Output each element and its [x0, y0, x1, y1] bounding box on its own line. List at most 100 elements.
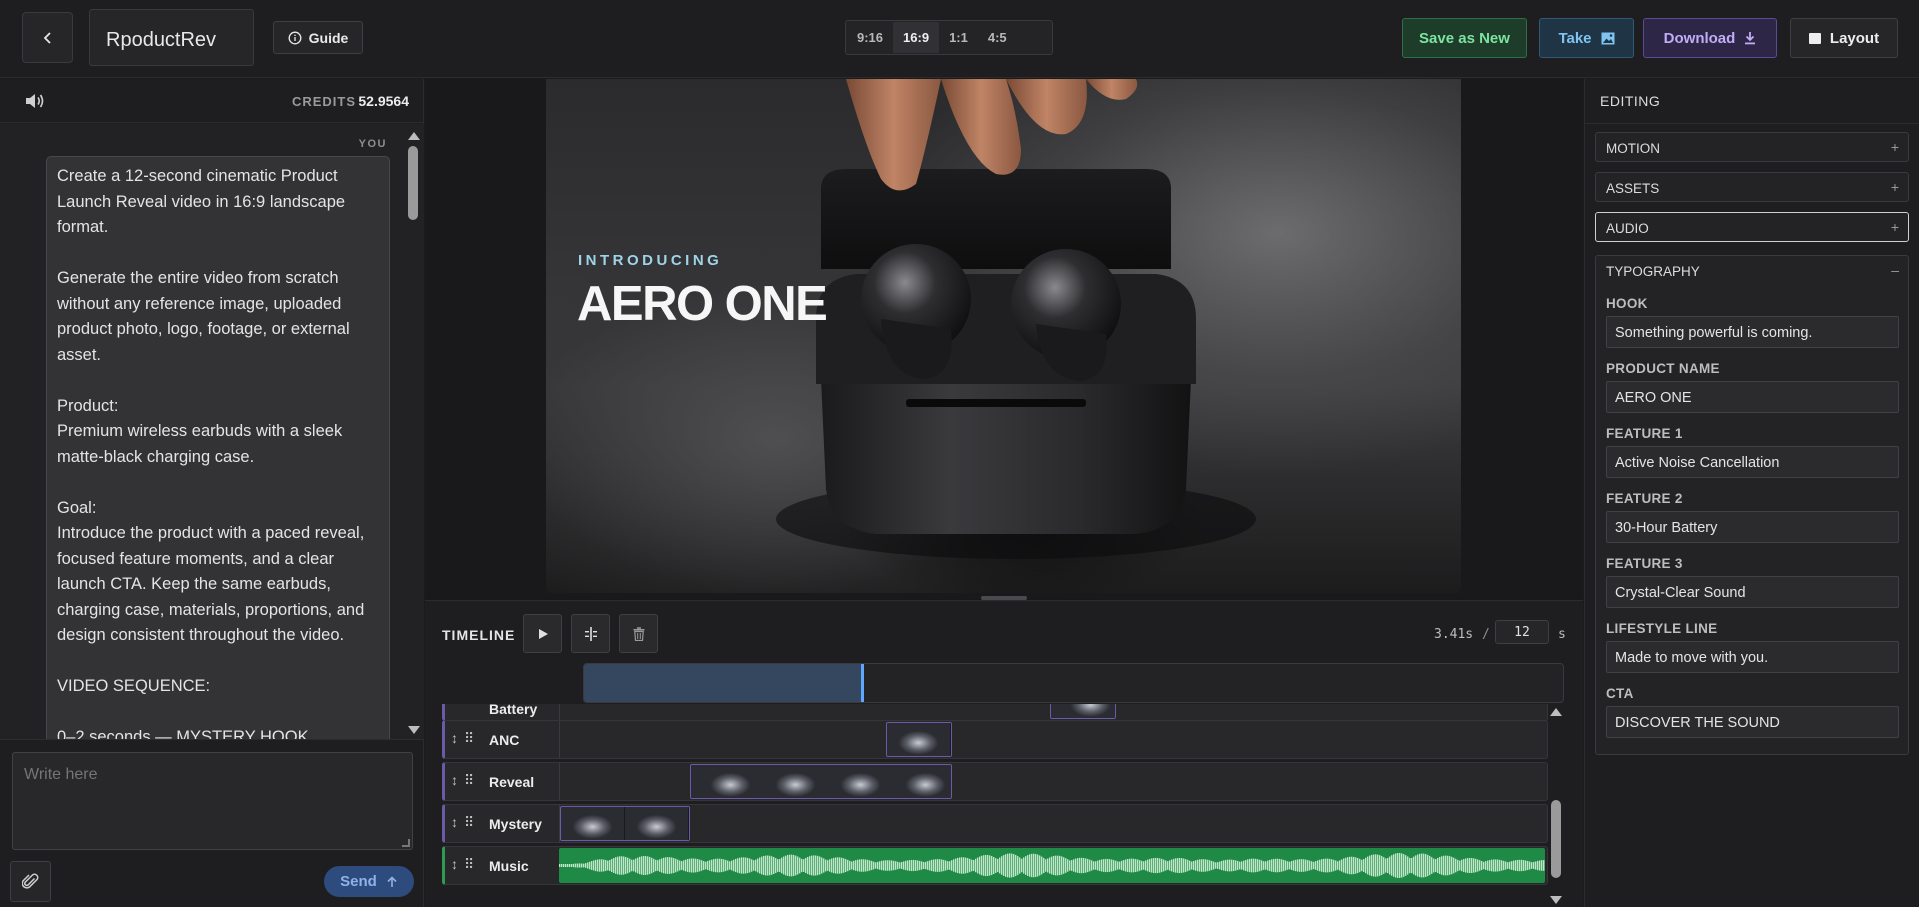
waveform-bar: [1357, 857, 1359, 874]
clip-reveal[interactable]: [690, 764, 952, 799]
playhead[interactable]: [861, 664, 865, 702]
attach-button[interactable]: [10, 861, 51, 902]
waveform-bar: [1053, 855, 1055, 876]
audio-clip-music[interactable]: [559, 848, 1545, 883]
reorder-icon[interactable]: ↕: [451, 730, 464, 746]
clip-mystery[interactable]: [560, 806, 690, 841]
timeline-scrubber[interactable]: [583, 663, 1564, 703]
waveform-bar: [649, 856, 651, 875]
drag-handle-icon[interactable]: ⠿: [464, 856, 480, 872]
waveform-bar: [611, 858, 613, 873]
waveform-bar: [1165, 860, 1167, 871]
field-input-hook[interactable]: Something powerful is coming.: [1606, 316, 1899, 348]
project-name-field[interactable]: RpoductRev: [89, 9, 254, 66]
track-lane[interactable]: [559, 805, 1547, 842]
section-audio[interactable]: AUDIO +: [1595, 212, 1909, 242]
waveform-bar: [1245, 859, 1247, 872]
waveform-bar: [1149, 858, 1151, 873]
track-anc[interactable]: ↕⠿ ANC: [442, 720, 1548, 759]
ratio-1-1[interactable]: 1:1: [939, 22, 978, 53]
expand-icon[interactable]: +: [1891, 219, 1899, 235]
video-preview[interactable]: INTRODUCING AERO ONE: [546, 79, 1461, 593]
field-input-lifestyle-line[interactable]: Made to move with you.: [1606, 641, 1899, 673]
waveform-bar: [745, 857, 747, 874]
scroll-up-arrow-icon[interactable]: [408, 132, 420, 140]
track-mystery[interactable]: ↕⠿ Mystery: [442, 804, 1548, 843]
layout-button[interactable]: Layout: [1790, 18, 1898, 58]
field-input-product-name[interactable]: AERO ONE: [1606, 381, 1899, 413]
ratio-9-16[interactable]: 9:16: [847, 22, 893, 53]
waveform-bar: [1415, 855, 1417, 876]
waveform-bar: [675, 858, 677, 873]
take-button[interactable]: Take: [1539, 18, 1634, 58]
scroll-down-arrow-icon[interactable]: [1550, 896, 1562, 904]
message-input[interactable]: Write here: [12, 752, 413, 850]
track-name: Mystery: [489, 816, 542, 832]
scroll-thumb[interactable]: [408, 146, 418, 220]
field-input-feature-3[interactable]: Crystal-Clear Sound: [1606, 576, 1899, 608]
drag-handle-icon[interactable]: ⠿: [464, 730, 480, 746]
track-battery[interactable]: Battery: [442, 704, 1548, 721]
waveform-bar: [849, 860, 851, 871]
ratio-4-5[interactable]: 4:5: [978, 22, 1017, 53]
scroll-down-arrow-icon[interactable]: [408, 726, 420, 734]
waveform-bar: [1287, 861, 1289, 870]
track-music[interactable]: ↕⠿ Music: [442, 846, 1548, 885]
speaker-icon[interactable]: [24, 91, 46, 111]
resize-grip-icon[interactable]: [402, 839, 410, 847]
track-lane[interactable]: [559, 704, 1547, 720]
waveform-bar: [911, 859, 913, 872]
tracks-scrollbar[interactable]: [1549, 704, 1563, 907]
scroll-up-arrow-icon[interactable]: [1550, 708, 1562, 716]
waveform-bar: [683, 860, 685, 871]
expand-icon[interactable]: +: [1891, 139, 1899, 155]
clip-anc[interactable]: [886, 722, 952, 757]
delete-clip-button[interactable]: [619, 614, 658, 653]
waveform-bar: [1017, 856, 1019, 875]
waveform-bar: [743, 857, 745, 874]
back-button[interactable]: [22, 12, 73, 63]
track-reveal[interactable]: ↕⠿ Reveal: [442, 762, 1548, 801]
waveform-bar: [1185, 859, 1187, 872]
waveform-bar: [1121, 860, 1123, 871]
waveform-bar: [1129, 858, 1131, 873]
field-input-cta[interactable]: DISCOVER THE SOUND: [1606, 706, 1899, 738]
typography-header[interactable]: TYPOGRAPHY –: [1596, 256, 1908, 286]
chat-scrollbar[interactable]: [406, 128, 420, 738]
duration-input[interactable]: 12: [1495, 620, 1549, 644]
waveform-bar: [599, 859, 601, 872]
waveform-bar: [729, 861, 731, 870]
drag-handle-icon[interactable]: ⠿: [464, 814, 480, 830]
drag-handle-icon[interactable]: ⠿: [464, 772, 480, 788]
reorder-icon[interactable]: ↕: [451, 772, 464, 788]
waveform-bar: [1179, 857, 1181, 874]
earbuds-product-image: [776, 79, 1256, 559]
download-button[interactable]: Download: [1643, 18, 1777, 58]
waveform-bar: [817, 855, 819, 876]
scroll-thumb[interactable]: [1551, 800, 1561, 878]
split-button[interactable]: [571, 614, 610, 653]
expand-icon[interactable]: +: [1891, 179, 1899, 195]
clip-battery[interactable]: [1050, 704, 1116, 719]
save-as-new-button[interactable]: Save as New: [1402, 18, 1527, 58]
play-button[interactable]: [523, 614, 562, 653]
track-lane[interactable]: [559, 721, 1547, 758]
collapse-icon[interactable]: –: [1891, 262, 1899, 278]
section-label: AUDIO: [1606, 221, 1649, 236]
timeline-label: TIMELINE: [442, 627, 516, 643]
ratio-16-9[interactable]: 16:9: [893, 22, 940, 53]
waveform-bar: [897, 861, 899, 870]
waveform-bar: [1489, 860, 1491, 871]
reorder-icon[interactable]: ↕: [451, 814, 464, 830]
guide-button[interactable]: Guide: [273, 21, 363, 54]
field-input-feature-2[interactable]: 30-Hour Battery: [1606, 511, 1899, 543]
waveform-bar: [1467, 858, 1469, 873]
track-lane[interactable]: [559, 763, 1547, 800]
section-motion[interactable]: MOTION +: [1595, 132, 1909, 162]
field-input-feature-1[interactable]: Active Noise Cancellation: [1606, 446, 1899, 478]
send-button[interactable]: Send: [324, 866, 414, 897]
waveform-bar: [899, 862, 901, 869]
section-assets[interactable]: ASSETS +: [1595, 172, 1909, 202]
waveform-bar: [1171, 859, 1173, 872]
reorder-icon[interactable]: ↕: [451, 856, 464, 872]
